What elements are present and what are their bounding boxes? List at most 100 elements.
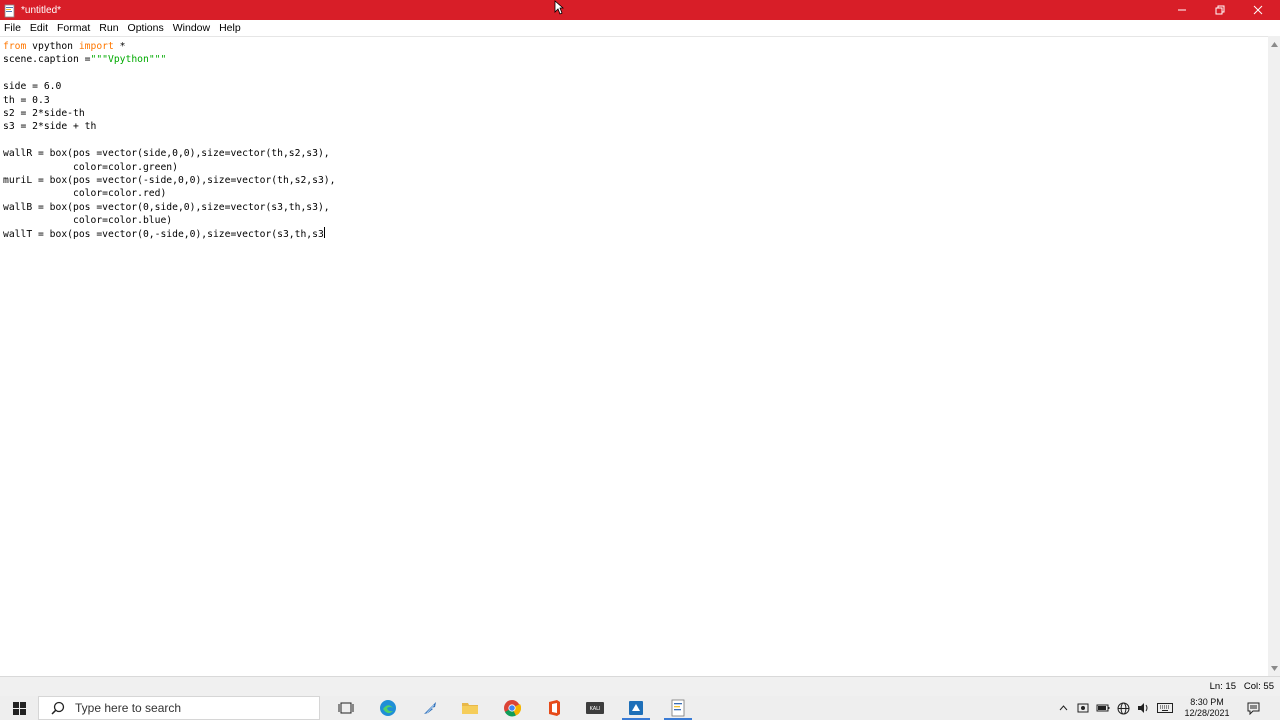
scroll-up-icon[interactable] — [1268, 38, 1280, 50]
code-token: import — [78, 41, 114, 52]
network-button[interactable] — [1114, 696, 1132, 720]
menu-run[interactable]: Run — [99, 20, 118, 36]
file-explorer-icon — [462, 703, 478, 714]
python-feather-icon — [424, 702, 436, 714]
code-token: color=color.green) — [3, 161, 178, 173]
tray-app-icon — [1077, 703, 1089, 713]
code-token: """Vpython""" — [90, 54, 167, 66]
code-token: scene.caption = — [3, 54, 91, 66]
search-placeholder: Type here to search — [75, 701, 182, 715]
volume-button[interactable] — [1134, 696, 1152, 720]
python-button[interactable] — [410, 696, 450, 720]
code-line: color=color.blue) — [3, 214, 335, 227]
menu-bar: File Edit Format Run Options Window Help — [0, 20, 1280, 36]
app-button-blue[interactable] — [616, 696, 656, 720]
clock-time: 8:30 PM — [1190, 697, 1224, 707]
office-button[interactable] — [534, 696, 574, 720]
code-line: color=color.green) — [3, 161, 335, 174]
clock-date: 12/28/2021 — [1184, 708, 1230, 718]
close-icon — [1253, 5, 1263, 15]
search-icon — [51, 701, 65, 715]
kali-button[interactable]: KALI — [575, 696, 615, 720]
code-token: from — [3, 41, 27, 52]
code-token: color=color.blue) — [3, 215, 173, 227]
scroll-down-icon[interactable] — [1268, 662, 1280, 674]
code-line: scene.caption ="""Vpython""" — [3, 53, 335, 66]
code-token: color=color.red) — [3, 188, 167, 200]
taskbar-search-box[interactable]: Type here to search — [38, 696, 320, 720]
code-token: s3 = 2*side + th — [3, 121, 97, 133]
restore-icon — [1215, 5, 1225, 15]
idle-icon — [671, 699, 685, 717]
battery-button[interactable] — [1094, 696, 1112, 720]
minimize-icon — [1178, 9, 1186, 11]
globe-icon — [1117, 702, 1129, 714]
tray-app-button[interactable] — [1074, 696, 1092, 720]
show-hidden-icons-button[interactable] — [1054, 696, 1072, 720]
code-line: wallB = box(pos =vector(0,side,0),size=v… — [3, 201, 335, 214]
code-token: side = 6.0 — [3, 81, 62, 93]
notifications-button[interactable] — [1242, 696, 1264, 720]
code-line: side = 6.0 — [3, 80, 335, 93]
windows-logo-icon — [12, 701, 26, 715]
minimize-button[interactable] — [1162, 0, 1202, 20]
battery-icon — [1096, 704, 1110, 712]
code-line: s2 = 2*side-th — [3, 107, 335, 120]
code-token: vpython — [26, 41, 79, 52]
keyboard-button[interactable] — [1154, 696, 1176, 720]
code-token: wallR = box(pos =vector(side,0,0),size=v… — [3, 148, 330, 160]
office-icon — [549, 700, 560, 716]
code-token: * — [113, 41, 126, 52]
task-view-button[interactable] — [326, 696, 366, 720]
idle-taskbar-button[interactable] — [658, 696, 698, 720]
menu-window[interactable]: Window — [173, 20, 210, 36]
code-line: wallR = box(pos =vector(side,0,0),size=v… — [3, 147, 335, 160]
code-token: wallT = box(pos =vector(0,-side,0),size=… — [3, 229, 324, 241]
code-text[interactable]: from vpython import * scene.caption ="""V… — [3, 40, 335, 241]
code-line: from vpython import * — [3, 40, 335, 53]
menu-edit[interactable]: Edit — [30, 20, 48, 36]
line-indicator: Ln: 15 — [1209, 681, 1236, 692]
vertical-scrollbar[interactable] — [1268, 36, 1280, 676]
keyboard-icon — [1157, 703, 1173, 713]
chrome-button[interactable] — [492, 696, 532, 720]
task-view-icon — [338, 702, 354, 714]
notification-icon — [1247, 702, 1259, 715]
chevron-up-icon — [1059, 705, 1067, 711]
restore-button[interactable] — [1200, 0, 1240, 20]
code-line: wallT = box(pos =vector(0,-side,0),size=… — [3, 227, 335, 240]
edge-button[interactable] — [368, 696, 408, 720]
start-button[interactable] — [0, 696, 38, 720]
chrome-icon — [504, 700, 521, 717]
code-line: s3 = 2*side + th — [3, 120, 335, 133]
menu-help[interactable]: Help — [219, 20, 241, 36]
vscode-like-icon — [629, 701, 643, 715]
status-bar: Ln: 15 Col: 55 — [0, 676, 1280, 696]
code-token: th = 0.3 — [3, 94, 50, 106]
code-token: muriL = box(pos =vector(-side,0,0),size=… — [3, 174, 336, 186]
menu-file[interactable]: File — [4, 20, 21, 36]
taskbar-clock[interactable]: 8:30 PM 12/28/2021 — [1176, 696, 1238, 720]
title-bar[interactable]: *untitled* — [0, 0, 1280, 20]
svg-text:KALI: KALI — [590, 706, 601, 712]
text-caret — [323, 227, 325, 239]
kali-icon: KALI — [586, 702, 604, 714]
speaker-icon — [1137, 703, 1147, 713]
code-token: wallB = box(pos =vector(0,side,0),size=v… — [3, 201, 330, 213]
code-token: s2 = 2*side-th — [3, 107, 85, 119]
code-line: color=color.red) — [3, 187, 335, 200]
close-button[interactable] — [1238, 0, 1278, 20]
menu-format[interactable]: Format — [57, 20, 90, 36]
window-title: *untitled* — [21, 4, 62, 16]
idle-app-icon — [3, 3, 17, 18]
menu-options[interactable]: Options — [128, 20, 164, 36]
code-editor[interactable]: from vpython import * scene.caption ="""V… — [0, 36, 1268, 676]
mouse-cursor-icon — [554, 0, 564, 15]
column-indicator: Col: 55 — [1243, 681, 1274, 692]
code-line: th = 0.3 — [3, 94, 335, 107]
edge-icon — [380, 700, 396, 716]
file-explorer-button[interactable] — [450, 696, 490, 720]
code-line: muriL = box(pos =vector(-side,0,0),size=… — [3, 174, 335, 187]
